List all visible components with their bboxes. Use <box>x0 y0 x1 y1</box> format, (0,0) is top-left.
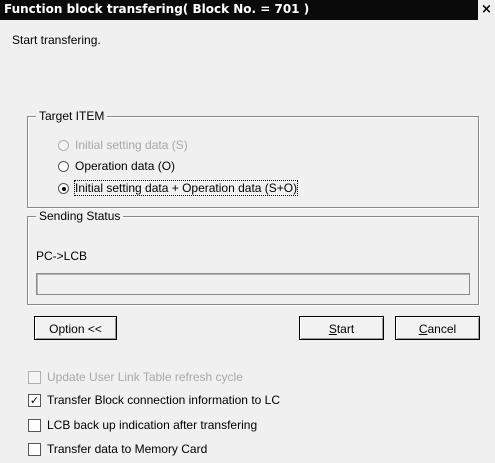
start-mnemonic: S <box>328 322 337 336</box>
target-item-legend: Target ITEM <box>36 109 108 123</box>
start-button[interactable]: Start <box>299 316 384 340</box>
radio-label[interactable]: Initial setting data + Operation data (S… <box>73 180 299 196</box>
radio-button-icon[interactable] <box>58 161 69 172</box>
checkbox-icon[interactable] <box>28 419 41 432</box>
checkbox-label[interactable]: Transfer data to Memory Card <box>47 442 207 456</box>
cancel-label-rest: ancel <box>427 322 457 336</box>
radio-label: Initial setting data (S) <box>75 138 188 152</box>
checkbox-label: Update User Link Table refresh cycle <box>47 370 243 384</box>
sending-status-group: Sending Status PC->LCB <box>27 209 479 305</box>
progress-bar <box>36 273 470 295</box>
radio-button-icon <box>58 140 69 151</box>
radio-label[interactable]: Operation data (O) <box>75 159 175 173</box>
checkmark-icon[interactable]: ✓ <box>28 394 41 407</box>
window-title: Function block transfering( Block No. = … <box>4 2 310 16</box>
target-item-group: Target ITEM Initial setting data (S) Ope… <box>27 109 479 208</box>
sending-status-legend: Sending Status <box>36 209 124 223</box>
option-button[interactable]: Option << <box>34 316 117 340</box>
checkbox-label[interactable]: LCB back up indication after transfering <box>47 418 257 432</box>
close-icon: × <box>481 2 492 17</box>
title-bar[interactable]: Function block transfering( Block No. = … <box>0 0 478 20</box>
checkbox-icon[interactable] <box>28 443 41 456</box>
checkbox-label[interactable]: Transfer Block connection information to… <box>47 393 280 407</box>
radio-button-selected-icon[interactable] <box>58 183 69 194</box>
close-button[interactable]: × <box>478 0 495 20</box>
start-label-rest: tart <box>336 322 355 336</box>
status-message: Start transfering. <box>12 33 101 47</box>
sending-target-label: PC->LCB <box>36 249 88 263</box>
cancel-button[interactable]: Cancel <box>395 316 480 340</box>
checkbox-icon <box>28 371 41 384</box>
function-block-transfer-dialog: Function block transfering( Block No. = … <box>0 0 495 463</box>
